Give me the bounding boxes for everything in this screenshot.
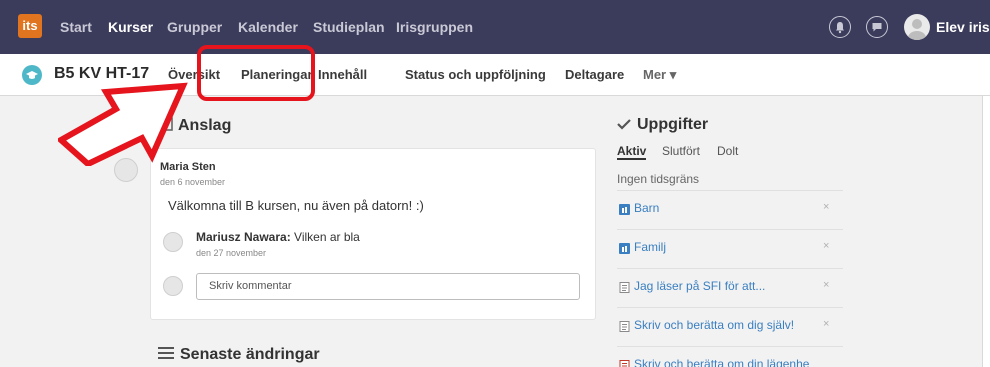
document-icon <box>619 360 630 367</box>
current-user-avatar <box>163 276 183 296</box>
messages-chat-icon[interactable] <box>866 16 888 38</box>
tab-innehall[interactable]: Innehåll <box>318 54 367 96</box>
nav-irisgruppen[interactable]: Irisgruppen <box>396 0 473 54</box>
task-item-lagenhet[interactable]: Skriv och berätta om din lägenhe <box>617 346 843 367</box>
comment-date: den 27 november <box>196 248 267 258</box>
task-label[interactable]: Skriv och berätta om din lägenhe <box>634 357 809 367</box>
tasks-tab-slutfort[interactable]: Slutfört <box>662 144 700 158</box>
nav-studieplan[interactable]: Studieplan <box>313 0 385 54</box>
task-close-icon[interactable]: × <box>823 240 829 252</box>
document-icon <box>619 282 630 293</box>
right-edge-divider <box>982 96 990 367</box>
blue-task-icon <box>619 204 630 215</box>
top-nav-bar: its Start Kurser Grupper Kalender Studie… <box>0 0 990 54</box>
recent-changes-heading: Senaste ändringar <box>158 346 320 364</box>
comment-input[interactable]: Skriv kommentar <box>196 273 580 300</box>
document-icon <box>619 321 630 332</box>
task-item-skriv-om-dig[interactable]: Skriv och berätta om dig själv! × <box>617 307 843 345</box>
tasks-title: Uppgifter <box>637 116 709 133</box>
comment-author-avatar[interactable] <box>163 232 183 252</box>
tasks-heading: Uppgifter <box>617 116 708 134</box>
its-logo[interactable]: its <box>18 14 42 38</box>
tab-status-och-uppfoljning[interactable]: Status och uppföljning <box>405 54 546 96</box>
course-cap-icon <box>22 65 42 85</box>
task-close-icon[interactable]: × <box>823 201 829 213</box>
task-close-icon[interactable]: × <box>823 318 829 330</box>
notifications-bell-icon[interactable] <box>829 16 851 38</box>
user-name[interactable]: Elev iris <box>936 0 990 54</box>
tasks-tab-aktiv[interactable]: Aktiv <box>617 144 647 160</box>
nav-kurser[interactable]: Kurser <box>108 0 153 54</box>
comment-author[interactable]: Mariusz Nawara: <box>196 230 291 244</box>
nav-start[interactable]: Start <box>60 0 92 54</box>
list-icon <box>158 347 174 359</box>
task-label[interactable]: Jag läser på SFI för att... <box>634 279 765 293</box>
task-item-familj[interactable]: Familj × <box>617 229 843 267</box>
comment-body: Vilken ar bla <box>290 230 360 244</box>
checkmark-icon <box>617 119 631 130</box>
tasks-no-deadline-label: Ingen tidsgräns <box>617 172 700 186</box>
tab-mer-dropdown[interactable]: Mer ▾ <box>643 54 676 96</box>
task-label[interactable]: Skriv och berätta om dig själv! <box>634 318 794 332</box>
comment-text: Mariusz Nawara: Vilken ar bla <box>196 230 360 244</box>
task-item-jag-laser[interactable]: Jag läser på SFI för att... × <box>617 268 843 306</box>
task-item-barn[interactable]: Barn × <box>617 190 843 228</box>
post-date: den 6 november <box>160 177 226 187</box>
post-body: Välkomna till B kursen, nu även på dator… <box>168 198 424 213</box>
task-label[interactable]: Barn <box>634 201 659 215</box>
tab-deltagare[interactable]: Deltagare <box>565 54 624 96</box>
task-label[interactable]: Familj <box>634 240 666 254</box>
task-close-icon[interactable]: × <box>823 279 829 291</box>
red-arrow-annotation <box>58 82 188 166</box>
user-avatar[interactable] <box>904 14 930 40</box>
highlight-box-annotation <box>197 45 315 101</box>
tasks-tab-dolt[interactable]: Dolt <box>717 144 738 158</box>
blue-task-icon <box>619 243 630 254</box>
recent-changes-title: Senaste ändringar <box>180 346 320 363</box>
